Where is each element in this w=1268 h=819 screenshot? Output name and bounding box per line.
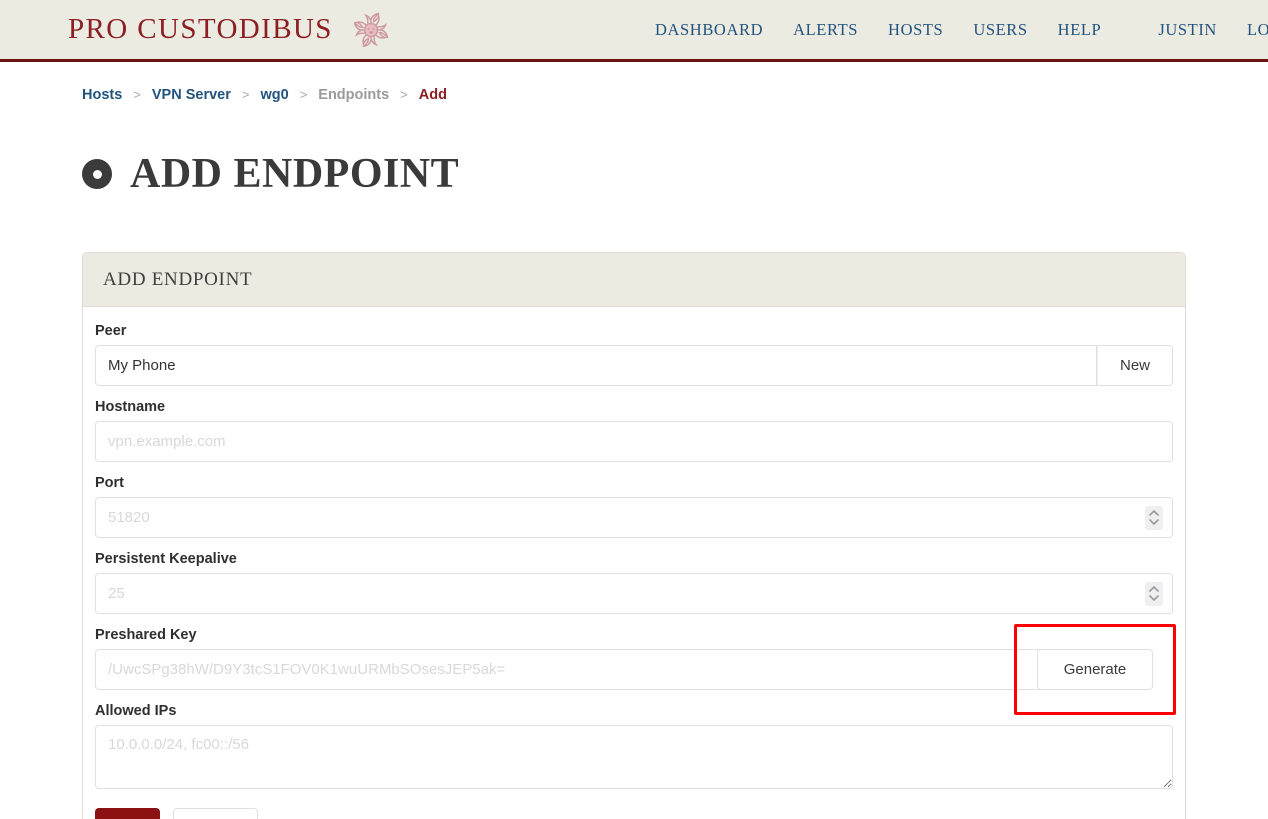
preshared-key-input[interactable] (95, 649, 1057, 691)
persistent-keepalive-input[interactable] (95, 573, 1173, 615)
number-stepper-icon[interactable] (1145, 505, 1163, 530)
cancel-button[interactable]: Cancel (173, 808, 258, 819)
hostname-input[interactable] (95, 421, 1173, 463)
breadcrumb-item-add: Add (418, 87, 447, 103)
breadcrumb-item-endpoints[interactable]: Endpoints (318, 87, 389, 103)
add-endpoint-card: ADD ENDPOINT Peer New Hostname Port (82, 252, 1186, 819)
breadcrumb: Hosts > VPN Server > wg0 > Endpoints > A… (82, 87, 1268, 103)
brand-wordmark: PRO CUSTODIBUS (68, 13, 333, 45)
field-persistent-keepalive: Persistent Keepalive (95, 551, 1173, 615)
field-peer: Peer New (95, 323, 1173, 387)
record-circle-icon (82, 159, 112, 190)
add-button[interactable]: Add (95, 808, 160, 819)
page-title-row: ADD ENDPOINT (82, 125, 1268, 223)
form-actions: Add Cancel (95, 808, 1173, 819)
breadcrumb-separator: > (299, 87, 308, 102)
field-preshared-key: Preshared Key Generate (95, 624, 1176, 716)
breadcrumb-item-hosts[interactable]: Hosts (82, 87, 122, 103)
field-hostname: Hostname (95, 399, 1173, 463)
port-input[interactable] (95, 497, 1173, 539)
card-body: Peer New Hostname Port (83, 307, 1185, 819)
hostname-label: Hostname (95, 399, 166, 416)
persistent-keepalive-label: Persistent Keepalive (95, 551, 237, 568)
nav-dashboard[interactable]: DASHBOARD (655, 20, 763, 40)
card-header-title: ADD ENDPOINT (103, 269, 253, 291)
medusa-emblem-icon (347, 6, 395, 54)
page-title: ADD ENDPOINT (130, 151, 460, 198)
peer-new-button[interactable]: New (1097, 345, 1173, 387)
persistent-keepalive-input-row (95, 573, 1173, 615)
card-header: ADD ENDPOINT (83, 253, 1185, 308)
peer-input-row: New (95, 345, 1173, 387)
nav-logout[interactable]: LOG OUT (1247, 20, 1268, 40)
site-header: PRO CUSTODIBUS DASHBOARD ALERTS HOSTS US… (0, 0, 1268, 62)
generate-preshared-key-button[interactable]: Generate (1037, 649, 1153, 691)
port-label: Port (95, 475, 124, 492)
number-stepper-icon[interactable] (1145, 581, 1163, 606)
breadcrumb-separator: > (241, 87, 250, 102)
field-port: Port (95, 475, 1173, 539)
preshared-key-input-row: Generate (95, 624, 1176, 716)
peer-input[interactable] (95, 345, 1097, 387)
main-nav: DASHBOARD ALERTS HOSTS USERS HELP JUSTIN… (655, 20, 1268, 40)
breadcrumb-separator: > (400, 87, 408, 102)
nav-hosts[interactable]: HOSTS (888, 20, 943, 40)
breadcrumb-separator: > (133, 87, 141, 102)
hostname-input-row (95, 421, 1173, 463)
breadcrumb-item-wg0[interactable]: wg0 (260, 87, 288, 103)
allowed-ips-textarea[interactable] (95, 725, 1173, 790)
nav-help[interactable]: HELP (1058, 20, 1102, 40)
nav-alerts[interactable]: ALERTS (793, 20, 858, 40)
field-allowed-ips: Allowed IPs (95, 703, 1173, 794)
brand[interactable]: PRO CUSTODIBUS (68, 6, 395, 54)
port-input-row (95, 497, 1173, 539)
nav-users[interactable]: USERS (973, 20, 1027, 40)
breadcrumb-item-vpn-server[interactable]: VPN Server (152, 87, 231, 103)
nav-account[interactable]: JUSTIN (1158, 20, 1217, 40)
peer-label: Peer (95, 323, 127, 340)
allowed-ips-label: Allowed IPs (95, 703, 177, 720)
preshared-key-label: Preshared Key (95, 627, 197, 644)
